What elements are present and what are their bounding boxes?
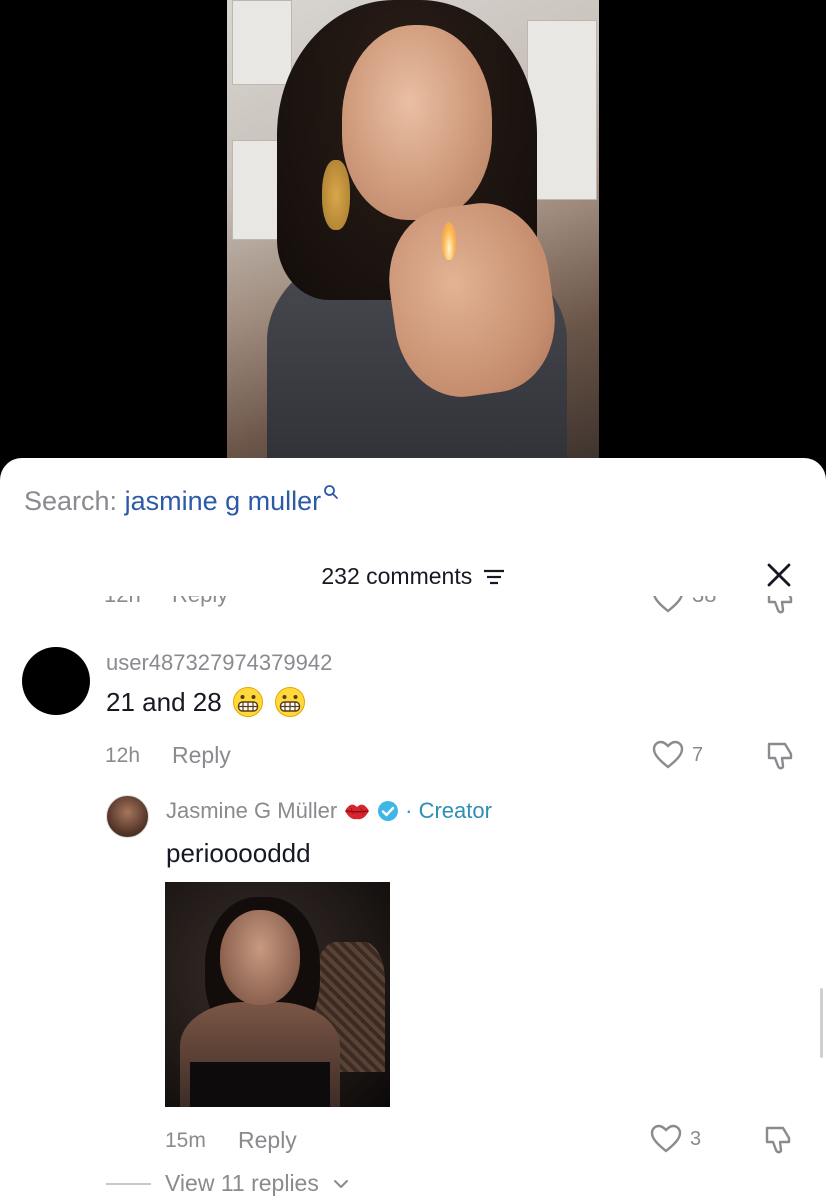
- video-subject-face: [342, 25, 492, 220]
- dislike-icon[interactable]: [765, 740, 797, 772]
- comments-count-title: 232 comments: [0, 563, 826, 590]
- partial-time: 12h: [104, 596, 141, 608]
- image-subject-face: [220, 910, 300, 1005]
- close-icon[interactable]: [766, 562, 792, 588]
- comment-time: 15m: [165, 1129, 206, 1152]
- scrollbar[interactable]: [820, 988, 823, 1058]
- verified-badge-icon: [378, 801, 399, 821]
- reply-button[interactable]: Reply: [238, 1127, 297, 1154]
- filter-icon[interactable]: [483, 568, 505, 586]
- comment-attached-image[interactable]: [165, 882, 390, 1107]
- comments-sheet: Search: jasmine g muller 232 comments 12…: [0, 458, 826, 1200]
- creator-username[interactable]: Jasmine G Müller: [166, 798, 337, 824]
- heart-icon[interactable]: [652, 740, 684, 770]
- video-player[interactable]: [0, 0, 826, 470]
- search-icon[interactable]: [323, 484, 339, 500]
- like-button[interactable]: 7: [652, 740, 703, 770]
- video-subject-earring: [322, 160, 350, 230]
- lighter-flame: [442, 222, 456, 260]
- chevron-down-icon[interactable]: [333, 1178, 349, 1190]
- view-replies-button[interactable]: View 11 replies: [106, 1170, 349, 1197]
- partial-likes: 38: [692, 596, 716, 608]
- comment-text: 21 and 28: [106, 686, 222, 717]
- search-suggestion[interactable]: Search: jasmine g muller: [24, 484, 339, 517]
- comment-time: 12h: [105, 744, 141, 767]
- divider: [106, 1182, 151, 1185]
- partial-reply[interactable]: Reply: [172, 596, 228, 608]
- grimacing-face-icon: [232, 687, 263, 717]
- comment-text-row: 21 and 28: [106, 686, 306, 718]
- dislike-icon[interactable]: [765, 596, 797, 616]
- reply-button[interactable]: Reply: [172, 742, 231, 769]
- creator-username-row: Jasmine G Müller · Creator: [166, 798, 492, 824]
- creator-label: · Creator: [405, 798, 492, 823]
- comments-count: 232 comments: [321, 563, 473, 589]
- comments-header: 232 comments: [0, 556, 826, 596]
- search-prefix: Search:: [24, 486, 118, 516]
- video-frame: [227, 0, 599, 470]
- like-count: 3: [690, 1127, 702, 1150]
- dislike-icon[interactable]: [763, 1124, 795, 1156]
- creator-avatar[interactable]: [106, 795, 149, 838]
- comment-text: periooooddd: [166, 838, 311, 868]
- heart-icon[interactable]: [650, 1124, 682, 1154]
- image-subject-dress: [190, 1062, 330, 1107]
- like-count: 7: [692, 743, 704, 766]
- view-replies-label[interactable]: View 11 replies: [165, 1170, 319, 1197]
- comment-username[interactable]: user487327974379942: [106, 650, 332, 676]
- kiss-mark-icon: [345, 804, 370, 820]
- search-term[interactable]: jasmine g muller: [125, 486, 322, 516]
- partial-comment-row: 12h Reply 38: [0, 596, 826, 622]
- avatar[interactable]: [22, 647, 90, 715]
- like-button[interactable]: 3: [650, 1124, 701, 1154]
- background-shelf: [232, 0, 292, 85]
- heart-icon[interactable]: [652, 596, 684, 614]
- grimacing-face-icon: [274, 687, 305, 717]
- background-shelf: [527, 20, 597, 200]
